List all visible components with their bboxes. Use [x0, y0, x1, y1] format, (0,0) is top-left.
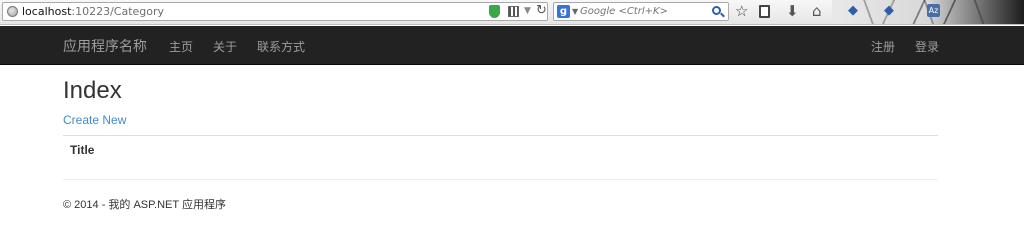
nav-about-link[interactable]: 关于 — [213, 38, 237, 55]
footer-divider — [63, 179, 938, 180]
engine-dropdown-icon[interactable]: ▼ — [572, 3, 578, 20]
url-bar[interactable]: localhost:10223/Category ▼ ↻ — [2, 2, 548, 21]
home-icon[interactable]: ⌂ — [812, 1, 822, 21]
table-header-title: Title — [70, 143, 95, 157]
page-title: Index — [63, 77, 122, 104]
navbar-brand[interactable]: 应用程序名称 — [63, 36, 147, 56]
url-host: localhost — [22, 5, 72, 18]
grid-icon[interactable] — [508, 6, 519, 17]
download-icon[interactable]: ⬇ — [786, 1, 799, 21]
globe-icon — [7, 6, 18, 17]
create-new-link[interactable]: Create New — [63, 113, 126, 127]
nav-contact-link[interactable]: 联系方式 — [257, 38, 305, 55]
clipboard-icon[interactable] — [759, 5, 770, 18]
nav-register-link[interactable]: 注册 — [871, 38, 895, 55]
search-bar[interactable]: g ▼ — [553, 2, 729, 21]
addon-icon[interactable]: ◆ — [848, 1, 858, 21]
addon-icon[interactable]: ◆ — [884, 1, 894, 21]
nav-home-link[interactable]: 主页 — [169, 38, 193, 55]
google-icon[interactable]: g — [557, 5, 570, 18]
footer-copyright: © 2014 - 我的 ASP.NET 应用程序 — [63, 199, 226, 211]
magnifier-icon[interactable] — [712, 6, 721, 15]
browser-toolbar: localhost:10223/Category ▼ ↻ g ▼ ☆ ⬇ ⌂ ◆… — [0, 0, 1024, 25]
url-text[interactable]: localhost:10223/Category — [22, 3, 164, 20]
nav-login-link[interactable]: 登录 — [915, 38, 939, 55]
dropdown-icon[interactable]: ▼ — [524, 3, 531, 20]
table-top-border — [63, 135, 938, 136]
star-icon[interactable]: ☆ — [735, 1, 748, 21]
search-input[interactable] — [580, 4, 708, 19]
translate-icon[interactable]: Az — [927, 4, 940, 17]
shield-icon[interactable] — [489, 5, 500, 18]
url-path: :10223/Category — [71, 5, 165, 18]
reload-icon[interactable]: ↻ — [536, 2, 547, 19]
navbar: 应用程序名称 主页 关于 联系方式 注册 登录 — [0, 26, 1024, 65]
